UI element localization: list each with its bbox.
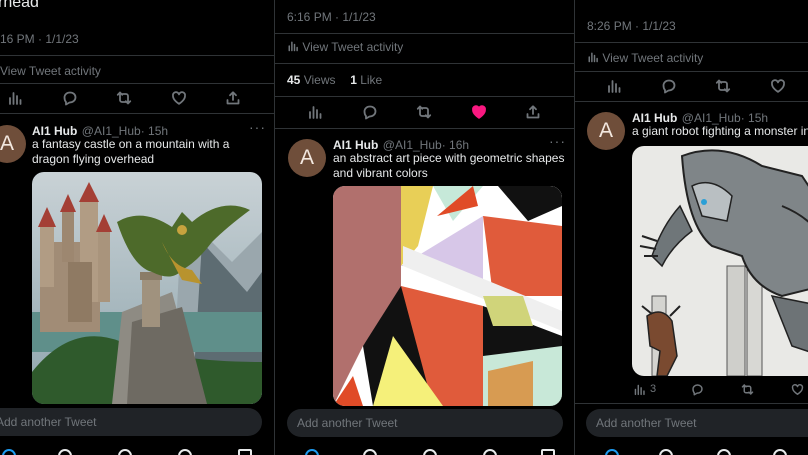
more-options-icon[interactable]: ··· <box>549 133 566 149</box>
nav-notifications-icon[interactable] <box>178 449 192 455</box>
tweet-text: a giant robot fighting a monster in <box>632 124 808 138</box>
tweet-time[interactable]: · 15h <box>141 124 168 138</box>
analytics-small-icon <box>587 51 599 63</box>
middle-activity-label[interactable]: View Tweet activity <box>302 40 403 54</box>
right-reply-input[interactable]: Add another Tweet <box>586 409 808 437</box>
retweet-icon[interactable] <box>415 103 433 121</box>
right-action-bar <box>605 77 787 95</box>
reply-placeholder: Add another Tweet <box>596 416 697 430</box>
retweet-icon[interactable] <box>739 380 757 398</box>
tweet-time[interactable]: · 15h <box>741 111 768 125</box>
left-view-activity-link[interactable]: View Tweet activity <box>0 64 101 78</box>
right-timestamp: 8:26 PM · 1/1/23 <box>587 19 676 33</box>
analytics-icon[interactable] <box>306 103 324 121</box>
tweet-text: an abstract art piece with geometric sha… <box>333 151 565 180</box>
tweet-time[interactable]: · 16h <box>442 138 469 152</box>
author-handle[interactable]: @AI1_Hub <box>82 124 141 138</box>
reply-placeholder: Add another Tweet <box>297 416 398 430</box>
more-options-icon[interactable]: ··· <box>249 119 266 135</box>
left-activity-label[interactable]: View Tweet activity <box>0 64 101 78</box>
nav-home-icon[interactable] <box>605 449 619 455</box>
nav-messages-icon[interactable] <box>238 449 252 455</box>
right-divider-2 <box>575 71 808 72</box>
left-divider-1 <box>0 55 274 56</box>
reply-icon[interactable] <box>688 380 706 398</box>
engagement-stats: 45 Views 1 Like <box>287 73 382 87</box>
like-icon[interactable] <box>170 89 188 107</box>
nav-home-icon[interactable] <box>2 449 16 455</box>
nav-search-icon[interactable] <box>659 449 673 455</box>
avatar[interactable]: A <box>0 125 26 163</box>
tweet-image-abstract[interactable] <box>333 186 562 406</box>
middle-divider-2 <box>275 63 574 64</box>
author-name[interactable]: AI1 Hub <box>333 138 378 152</box>
left-top-text: rhead <box>0 0 39 11</box>
nav-spaces-icon[interactable] <box>423 449 437 455</box>
robot-monster-illustration <box>632 146 808 376</box>
author-handle[interactable]: @AI1_Hub <box>682 111 741 125</box>
middle-divider-1 <box>275 33 574 34</box>
tweet-image-robot[interactable] <box>632 146 808 376</box>
left-divider-2 <box>0 83 274 84</box>
right-tweet-action-bar: 3 <box>632 380 807 398</box>
analytics-small-icon <box>287 40 299 52</box>
reply-icon[interactable] <box>61 89 79 107</box>
nav-spaces-icon[interactable] <box>717 449 731 455</box>
reply-icon[interactable] <box>660 77 678 95</box>
nav-search-icon[interactable] <box>363 449 377 455</box>
tweet-image-castle[interactable] <box>32 172 262 404</box>
right-divider-1 <box>575 42 808 43</box>
analytics-icon[interactable] <box>605 77 623 95</box>
like-icon[interactable] <box>769 77 787 95</box>
left-divider-3 <box>0 113 274 114</box>
author-handle[interactable]: @AI1_Hub <box>383 138 442 152</box>
likes-label: Like <box>360 73 383 87</box>
views-count[interactable]: 45 <box>287 73 300 87</box>
like-icon[interactable] <box>789 380 807 398</box>
right-tweet-panel: 8:26 PM · 1/1/23 View Tweet activity A A… <box>575 0 808 455</box>
liked-heart-icon[interactable] <box>470 103 488 121</box>
author-name[interactable]: AI1 Hub <box>632 111 677 125</box>
avatar[interactable]: A <box>587 112 625 150</box>
retweet-icon[interactable] <box>115 89 133 107</box>
reply-icon[interactable] <box>361 103 379 121</box>
left-tweet-panel: rhead 16 PM · 1/1/23 View Tweet activity… <box>0 0 274 455</box>
nav-messages-icon[interactable] <box>541 449 555 455</box>
left-reply-input[interactable]: Add another Tweet <box>0 408 262 436</box>
author-name[interactable]: AI1 Hub <box>32 124 77 138</box>
nav-home-icon[interactable] <box>305 449 319 455</box>
views-label: Views <box>303 73 336 87</box>
tweet-text: a fantasy castle on a mountain with a dr… <box>32 137 230 166</box>
middle-divider-4 <box>275 128 574 129</box>
middle-view-activity-link[interactable]: View Tweet activity <box>287 40 403 54</box>
retweet-icon[interactable] <box>714 77 732 95</box>
reply-placeholder: Add another Tweet <box>0 415 97 429</box>
analytics-icon <box>632 382 646 396</box>
castle-dragon-illustration <box>32 172 262 404</box>
right-activity-label[interactable]: View Tweet activity <box>602 51 703 65</box>
left-action-bar <box>6 89 242 107</box>
nav-search-icon[interactable] <box>58 449 72 455</box>
analytics-icon[interactable] <box>6 89 24 107</box>
nav-spaces-icon[interactable] <box>118 449 132 455</box>
right-divider-4 <box>575 403 808 404</box>
share-icon[interactable] <box>524 103 542 121</box>
nav-notifications-icon[interactable] <box>773 449 787 455</box>
avatar[interactable]: A <box>288 139 326 177</box>
middle-action-bar <box>306 103 542 121</box>
middle-divider-3 <box>275 96 574 97</box>
middle-tweet-panel: 6:16 PM · 1/1/23 View Tweet activity 45 … <box>275 0 574 455</box>
likes-count[interactable]: 1 <box>350 73 357 87</box>
left-timestamp: 16 PM · 1/1/23 <box>0 32 79 46</box>
middle-reply-input[interactable]: Add another Tweet <box>287 409 563 437</box>
nav-notifications-icon[interactable] <box>483 449 497 455</box>
analytics-count: 3 <box>650 383 657 395</box>
right-analytics-stat[interactable]: 3 <box>632 382 656 396</box>
middle-timestamp: 6:16 PM · 1/1/23 <box>287 10 376 24</box>
right-view-activity-link[interactable]: View Tweet activity <box>587 51 703 65</box>
right-divider-3 <box>575 101 808 102</box>
share-icon[interactable] <box>224 89 242 107</box>
abstract-geometric-illustration <box>333 186 562 406</box>
